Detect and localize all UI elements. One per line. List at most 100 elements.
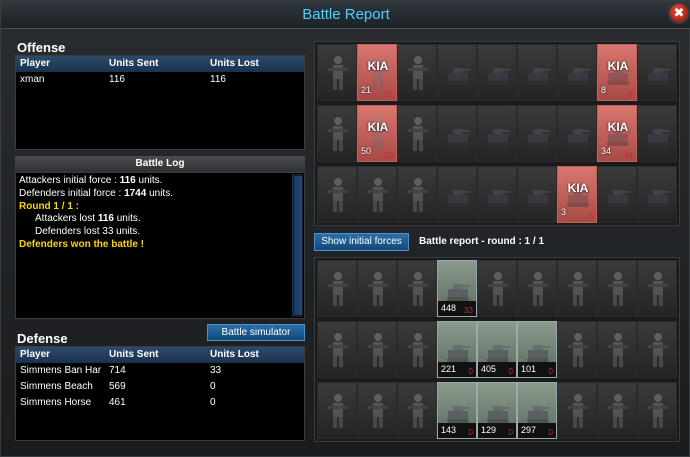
- kia-label: KIA: [367, 120, 389, 134]
- unit-tile[interactable]: [557, 260, 597, 317]
- soldier-silhouette-icon: [608, 333, 628, 367]
- unit-tile[interactable]: [517, 166, 557, 223]
- surviving-unit-tile[interactable]: 297 0: [517, 382, 557, 439]
- unit-tile[interactable]: [397, 321, 437, 378]
- vehicle-silhouette-icon: [527, 190, 550, 207]
- unit-lost-count: 0: [468, 428, 473, 437]
- unit-tile[interactable]: [597, 382, 637, 439]
- kia-label: KIA: [607, 120, 629, 134]
- unit-tile[interactable]: [637, 321, 677, 378]
- unit-tile[interactable]: [637, 260, 677, 317]
- log-scrollbar[interactable]: [292, 174, 303, 317]
- soldier-silhouette-icon: [408, 394, 428, 428]
- kia-unit-tile[interactable]: KIA 8 8: [597, 44, 637, 101]
- defense-player: Simmens Beach: [20, 381, 93, 392]
- unit-lost-count: 0: [468, 367, 473, 376]
- soldier-silhouette-icon: [568, 272, 588, 306]
- unit-tile[interactable]: [357, 260, 397, 317]
- unit-tile[interactable]: [637, 105, 677, 162]
- unit-tile[interactable]: [397, 260, 437, 317]
- unit-lost-count: 21: [384, 90, 393, 99]
- offense-player: xman: [20, 74, 45, 85]
- soldier-silhouette-icon: [408, 56, 428, 90]
- log-attackers-lost: Attackers lost 116 units.: [35, 213, 141, 224]
- unit-tile[interactable]: [397, 44, 437, 101]
- offense-table: Player Units Sent Units Lost xman 116 11…: [15, 55, 305, 150]
- offense-col-player: Player: [20, 58, 51, 69]
- log-defenders-lost: Defenders lost 33 units.: [35, 226, 141, 237]
- unit-tile[interactable]: [477, 44, 517, 101]
- kia-label: KIA: [367, 59, 389, 73]
- unit-tile[interactable]: [477, 105, 517, 162]
- unit-tile[interactable]: [517, 260, 557, 317]
- unit-tile[interactable]: [317, 105, 357, 162]
- unit-tile[interactable]: [437, 166, 477, 223]
- unit-tile[interactable]: [317, 44, 357, 101]
- kia-unit-tile[interactable]: KIA 21 21: [357, 44, 397, 101]
- unit-tile[interactable]: [517, 44, 557, 101]
- unit-tile[interactable]: [557, 382, 597, 439]
- vehicle-silhouette-icon: [647, 68, 670, 85]
- defense-sent: 714: [109, 365, 126, 376]
- close-button[interactable]: ✖: [668, 2, 690, 24]
- soldier-silhouette-icon: [408, 178, 428, 212]
- unit-tile[interactable]: [597, 260, 637, 317]
- unit-tile[interactable]: [477, 260, 517, 317]
- soldier-silhouette-icon: [408, 272, 428, 306]
- unit-tile[interactable]: [637, 382, 677, 439]
- soldier-silhouette-icon: [648, 333, 668, 367]
- unit-tile[interactable]: [597, 166, 637, 223]
- unit-tile[interactable]: [437, 105, 477, 162]
- soldier-silhouette-icon: [328, 394, 348, 428]
- log-value: 1744: [124, 188, 147, 199]
- defense-sent: 461: [109, 397, 126, 408]
- surviving-unit-tile[interactable]: 129 0: [477, 382, 517, 439]
- unit-tile[interactable]: [477, 166, 517, 223]
- vehicle-silhouette-icon: [487, 68, 510, 85]
- unit-tile[interactable]: [397, 105, 437, 162]
- offense-col-lost: Units Lost: [210, 58, 259, 69]
- log-scroll-thumb[interactable]: [294, 176, 302, 315]
- kia-unit-tile[interactable]: KIA 50 50: [357, 105, 397, 162]
- soldier-silhouette-icon: [368, 272, 388, 306]
- defense-col-sent: Units Sent: [109, 349, 159, 360]
- unit-tile[interactable]: [557, 321, 597, 378]
- unit-tile[interactable]: [397, 382, 437, 439]
- unit-tile[interactable]: [437, 44, 477, 101]
- soldier-silhouette-icon: [368, 333, 388, 367]
- vehicle-silhouette-icon: [647, 190, 670, 207]
- surviving-unit-tile[interactable]: 221 0: [437, 321, 477, 378]
- unit-tile[interactable]: [357, 166, 397, 223]
- unit-tile[interactable]: [397, 166, 437, 223]
- unit-tile[interactable]: [597, 321, 637, 378]
- unit-tile[interactable]: [637, 166, 677, 223]
- unit-tile[interactable]: [317, 321, 357, 378]
- unit-count: 8: [601, 85, 607, 95]
- vehicle-silhouette-icon: [487, 190, 510, 207]
- unit-tile[interactable]: [357, 321, 397, 378]
- soldier-silhouette-icon: [328, 178, 348, 212]
- surviving-unit-tile[interactable]: 448 33: [437, 260, 477, 317]
- unit-tile[interactable]: [317, 382, 357, 439]
- unit-tile[interactable]: [317, 166, 357, 223]
- show-initial-forces-button[interactable]: Show initial forces: [314, 233, 409, 251]
- unit-tile[interactable]: [637, 44, 677, 101]
- unit-tile[interactable]: [517, 105, 557, 162]
- surviving-unit-tile[interactable]: 143 0: [437, 382, 477, 439]
- surviving-unit-tile[interactable]: 405 0: [477, 321, 517, 378]
- unit-lost-count: 3: [588, 212, 593, 221]
- unit-tile[interactable]: [357, 382, 397, 439]
- kia-unit-tile[interactable]: KIA 3 3: [557, 166, 597, 223]
- soldier-silhouette-icon: [608, 272, 628, 306]
- unit-count: 3: [561, 207, 567, 217]
- unit-tile[interactable]: [317, 260, 357, 317]
- unit-tile[interactable]: [557, 105, 597, 162]
- surviving-unit-tile[interactable]: 101 0: [517, 321, 557, 378]
- log-round: Round 1 / 1 :: [19, 201, 79, 212]
- unit-tile[interactable]: [557, 44, 597, 101]
- soldier-silhouette-icon: [648, 394, 668, 428]
- kia-unit-tile[interactable]: KIA 34 34: [597, 105, 637, 162]
- defense-col-player: Player: [20, 349, 51, 360]
- offense-sent: 116: [109, 74, 125, 85]
- battle-simulator-button[interactable]: Battle simulator: [207, 324, 305, 341]
